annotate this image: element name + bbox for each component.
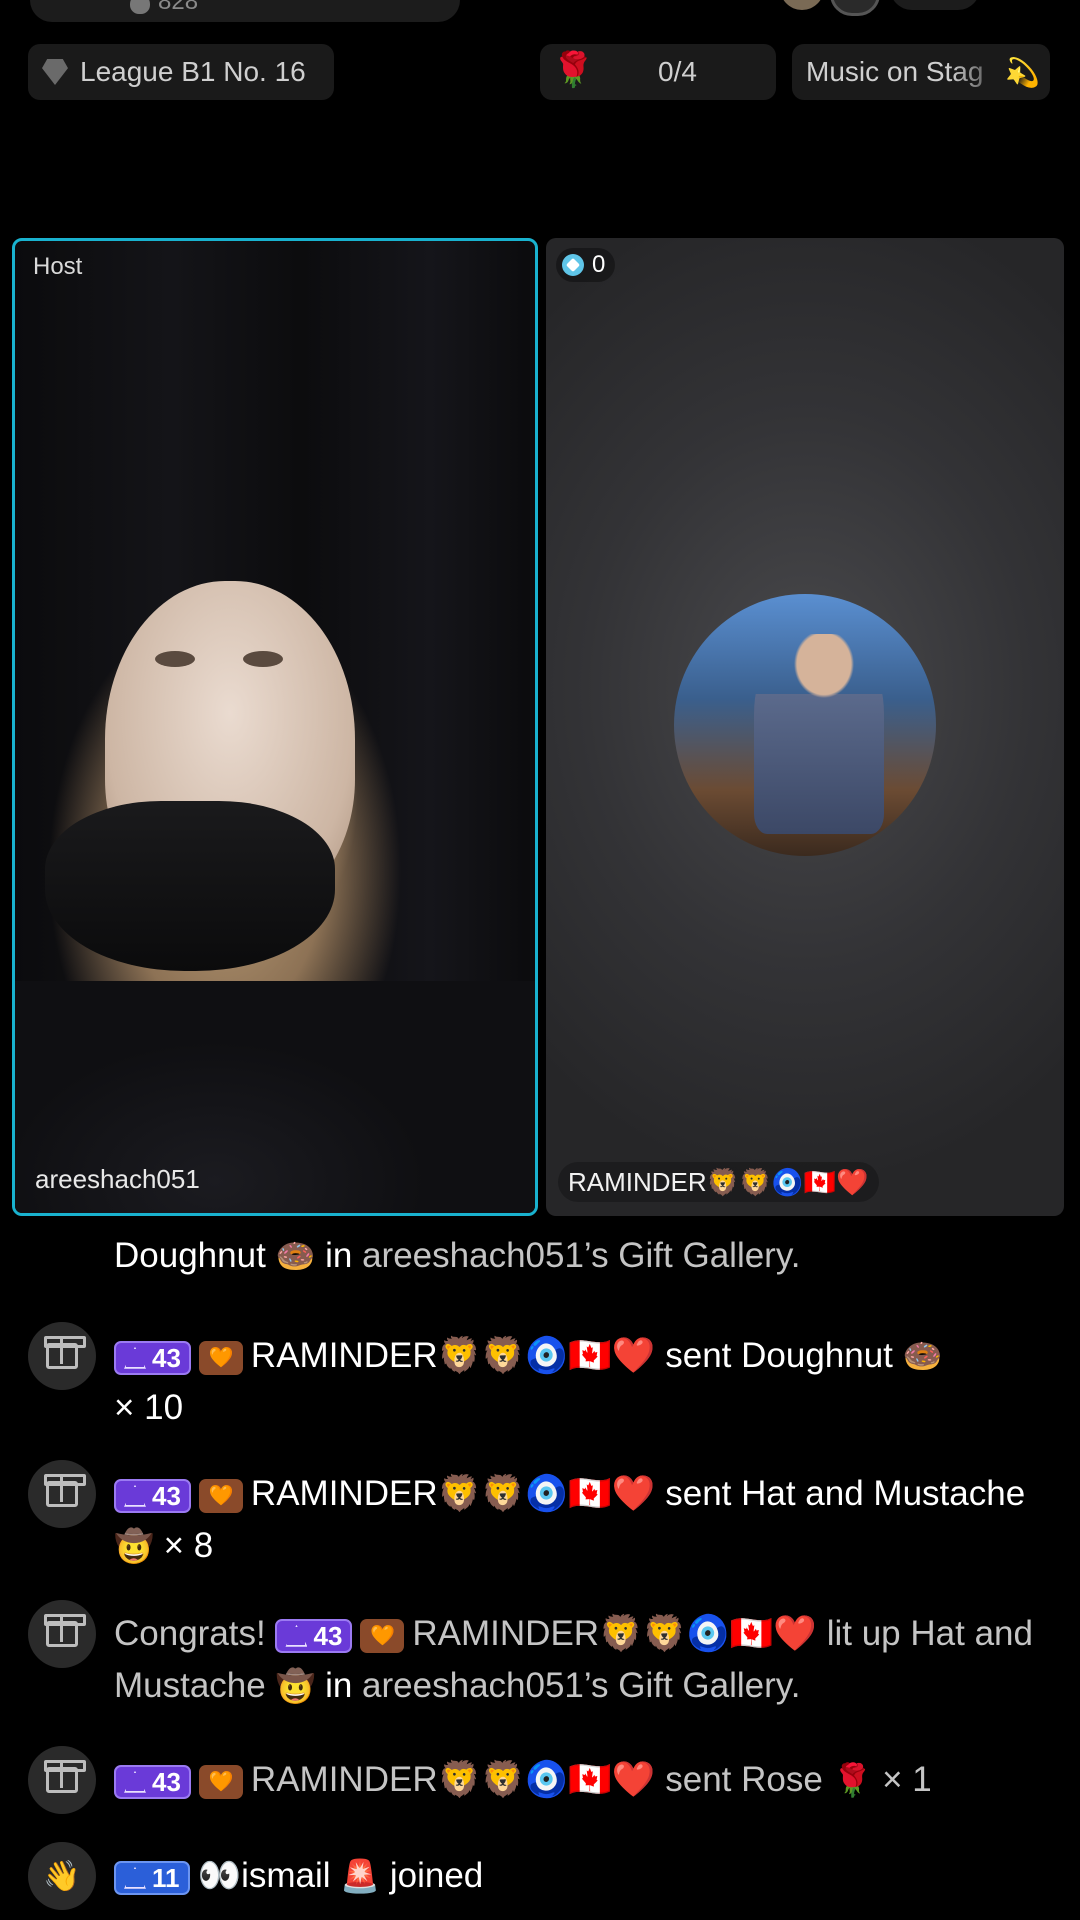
level-badge: 11 — [114, 1860, 190, 1895]
guest-score-value: 0 — [592, 251, 606, 278]
level-icon — [124, 1484, 146, 1507]
rose-progress: 0/4 — [658, 56, 697, 87]
wave-icon: 👋 — [28, 1842, 96, 1910]
gallery-owner[interactable]: areeshach051’s Gift Gallery. — [362, 1666, 800, 1705]
gift-icon — [28, 1322, 96, 1390]
league-label: League B1 No. 16 — [80, 56, 306, 87]
diamond-icon — [42, 59, 68, 85]
host-label: Host — [33, 253, 83, 280]
action-text: sent Doughnut — [665, 1336, 893, 1375]
gift-emoji: 🌹 — [832, 1762, 873, 1798]
league-badge[interactable]: League B1 No. 16 — [28, 44, 334, 100]
host-eye — [155, 651, 195, 667]
guest-avatar[interactable] — [674, 594, 936, 856]
guest-video-tile[interactable]: 0 RAMINDER🦁🦁🧿🇨🇦❤️ — [546, 238, 1064, 1216]
level-badge: 43 — [114, 1764, 191, 1799]
rose-icon: 🌹 — [552, 51, 595, 89]
level-icon — [124, 1866, 146, 1889]
gallery-owner[interactable]: areeshach051’s Gift Gallery. — [362, 1236, 800, 1275]
viewer-avatar[interactable] — [780, 0, 824, 10]
chat-feed[interactable]: Doughnut 🍩 in areeshach051’s Gift Galler… — [0, 1230, 1080, 1920]
fan-badge: 🧡 — [198, 1340, 243, 1375]
host-info-pill[interactable]: 828 — [30, 0, 460, 22]
gift-count: × 10 — [114, 1388, 184, 1427]
in-word: in — [325, 1236, 353, 1275]
level-icon — [285, 1624, 308, 1647]
username[interactable]: RAMINDER🦁🦁🧿🇨🇦❤️ — [251, 1474, 656, 1513]
gift-emoji: 🍩 — [902, 1338, 943, 1374]
guest-name[interactable]: RAMINDER🦁🦁🧿🇨🇦❤️ — [558, 1162, 879, 1202]
host-eye — [243, 651, 283, 667]
viewer-icon — [130, 0, 150, 14]
gift-icon — [28, 1746, 96, 1814]
guest-score: 0 — [556, 248, 616, 282]
guest-avatar-person — [754, 634, 884, 834]
username[interactable]: RAMINDER🦁🦁🧿🇨🇦❤️ — [412, 1614, 817, 1653]
username[interactable]: RAMINDER🦁🦁🧿🇨🇦❤️ — [251, 1336, 656, 1375]
fan-badge: 🧡 — [198, 1478, 243, 1513]
level-icon — [124, 1346, 146, 1369]
sparkle-icon: 💫 — [1005, 57, 1040, 88]
level-badge: 43 — [114, 1340, 191, 1375]
gift-count: × 8 — [163, 1526, 214, 1565]
gift-count: × 1 — [882, 1760, 932, 1799]
viewer-avatar[interactable] — [830, 0, 880, 16]
action-text: sent Rose — [665, 1760, 823, 1799]
gift-icon — [28, 1460, 96, 1528]
level-icon — [124, 1770, 146, 1793]
gift-icon — [28, 1600, 96, 1668]
fade-overlay — [950, 44, 1010, 100]
action-text: sent Hat and Mustache — [665, 1474, 1026, 1513]
host-mask — [45, 801, 335, 971]
fan-badge: 🧡 — [198, 1764, 243, 1799]
username[interactable]: RAMINDER🦁🦁🧿🇨🇦❤️ — [251, 1760, 656, 1799]
gift-name: Doughnut — [114, 1236, 266, 1275]
congrats-text: Congrats! — [114, 1614, 266, 1653]
host-name[interactable]: areeshach051 — [35, 1164, 200, 1195]
fan-badge: 🧡 — [360, 1618, 405, 1653]
gift-emoji: 🍩 — [275, 1238, 316, 1274]
action-text: joined — [389, 1856, 484, 1895]
host-video-tile[interactable]: Host areeshach051 — [12, 238, 538, 1216]
in-word: in — [325, 1666, 353, 1705]
level-badge: 43 — [275, 1618, 353, 1653]
top-viewers[interactable] — [780, 0, 1040, 16]
viewer-count-chip[interactable] — [890, 0, 980, 10]
gift-emoji: 🤠 — [275, 1668, 316, 1704]
viewer-count: 828 — [158, 0, 199, 15]
rose-goal[interactable]: 🌹 0/4 — [540, 44, 776, 100]
coin-icon — [562, 254, 584, 276]
user-emoji: 🚨 — [340, 1858, 381, 1894]
level-badge: 43 — [114, 1478, 191, 1513]
gift-emoji: 🤠 — [114, 1528, 154, 1564]
top-bar: 828 — [0, 0, 1080, 22]
music-on-stage[interactable]: Music on Stag 💫 — [792, 44, 1050, 100]
username[interactable]: 👀ismail — [198, 1856, 331, 1895]
